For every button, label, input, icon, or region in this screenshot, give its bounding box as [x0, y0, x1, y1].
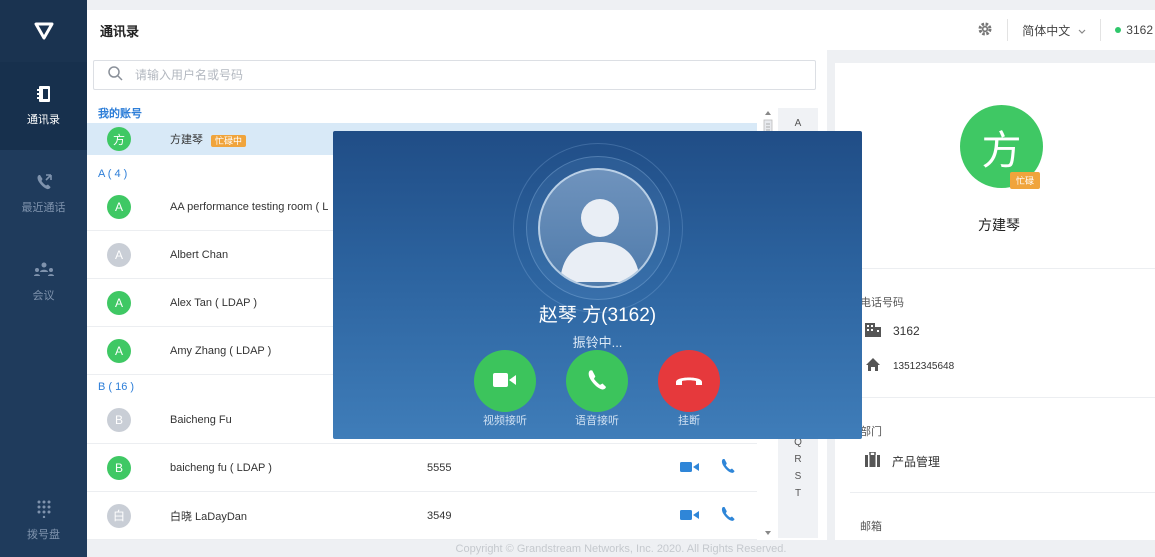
incoming-call-dialog: 赵琴 方(3162) 振铃中... 视频接听 语音接听 挂断 — [333, 131, 862, 439]
sidebar-item-label: 会议 — [32, 290, 55, 302]
extension-status[interactable]: 3162 — [1115, 23, 1155, 37]
contact-detail-panel: 方 忙碌 方建琴 电话号码 3162 13512345648 部门 产品管理 邮… — [835, 63, 1155, 540]
meeting-icon — [33, 261, 55, 279]
hangup-label: 挂断 — [678, 415, 700, 427]
language-select[interactable]: 简体中文 — [1022, 22, 1086, 39]
sidebar-item-recent-calls[interactable]: 最近通话 — [0, 150, 87, 238]
grandstream-logo-icon — [0, 0, 87, 62]
avatar: 白 — [107, 503, 131, 528]
video-call-icon[interactable] — [680, 509, 700, 524]
sidebar-item-label: 拨号盘 — [27, 529, 60, 541]
office-building-icon — [865, 322, 881, 340]
work-number: 3162 — [893, 324, 920, 338]
divider — [850, 397, 1155, 398]
divider — [850, 492, 1155, 493]
avatar: A — [107, 290, 131, 315]
answer-video-button[interactable] — [474, 350, 536, 412]
phone-icon — [586, 369, 608, 394]
alpha-letter[interactable]: T — [795, 488, 801, 500]
video-call-icon[interactable] — [680, 461, 700, 476]
search-input[interactable] — [135, 68, 735, 82]
divider — [1100, 19, 1102, 41]
phone-label: 电话号码 — [860, 297, 904, 309]
voice-call-icon[interactable] — [720, 458, 736, 477]
home-icon — [865, 357, 881, 375]
language-label: 简体中文 — [1022, 23, 1071, 38]
caller-avatar-icon — [538, 168, 658, 288]
sidebar: 通讯录 最近通话 会议 拨号盘 — [0, 0, 87, 557]
voice-call-icon[interactable] — [720, 506, 736, 525]
search-box[interactable] — [93, 60, 816, 90]
contact-number: 5555 — [427, 461, 452, 474]
contact-name: Baicheng Fu — [170, 413, 232, 426]
contact-name: baicheng fu ( LDAP ) — [170, 461, 272, 474]
divider — [850, 268, 1155, 269]
department-label: 部门 — [860, 426, 882, 438]
my-account-header: 我的账号 — [98, 108, 142, 120]
list-item[interactable]: B baicheng fu ( LDAP ) 5555 — [87, 444, 757, 492]
contact-name: Alex Tan ( LDAP ) — [170, 296, 258, 309]
sidebar-item-meeting[interactable]: 会议 — [0, 238, 87, 326]
alpha-letter[interactable]: R — [794, 454, 801, 466]
hangup-phone-icon — [674, 373, 704, 390]
work-phone: 3162 — [865, 322, 920, 340]
page-title: 通讯录 — [100, 23, 140, 39]
extension-number: 3162 — [1126, 23, 1153, 37]
list-item[interactable]: 白 白晓 LaDayDan 3549 — [87, 492, 757, 540]
hangup-button[interactable] — [658, 350, 720, 412]
recent-calls-icon — [35, 173, 53, 191]
contact-name: Albert Chan — [170, 248, 229, 261]
settings-gear-icon[interactable] — [977, 21, 993, 40]
search-icon — [108, 66, 123, 84]
alpha-letter[interactable]: S — [795, 471, 802, 483]
avatar: A — [107, 338, 131, 363]
avatar: B — [107, 455, 131, 480]
copyright-footer: Copyright © Grandstream Networks, Inc. 2… — [455, 543, 787, 555]
online-status-icon — [1115, 27, 1122, 33]
busy-badge: 忙碌 — [1010, 172, 1041, 189]
department-icon — [865, 451, 880, 470]
avatar: A — [107, 242, 131, 267]
answer-audio-button[interactable] — [566, 350, 628, 412]
audio-answer-label: 语音接听 — [575, 415, 619, 427]
top-bar: 通讯录 简体中文 3162 — [87, 10, 1155, 50]
home-number: 13512345648 — [893, 360, 955, 372]
video-answer-label: 视频接听 — [483, 415, 527, 427]
sidebar-item-label: 最近通话 — [21, 202, 66, 214]
divider — [1007, 19, 1009, 41]
contact-name: 方建琴 忙碌中 — [170, 131, 247, 147]
video-camera-icon — [493, 372, 517, 391]
contact-name: 白晓 LaDayDan — [170, 510, 248, 523]
sidebar-item-label: 通讯录 — [27, 114, 60, 126]
department: 产品管理 — [865, 451, 941, 470]
alpha-letter[interactable]: A — [795, 118, 802, 130]
call-status: 振铃中... — [572, 335, 623, 350]
avatar: A — [107, 194, 131, 219]
avatar: B — [107, 407, 131, 432]
department-name: 产品管理 — [892, 454, 941, 469]
caller-name: 赵琴 方(3162) — [538, 305, 657, 326]
contact-name: Amy Zhang ( LDAP ) — [170, 344, 272, 357]
contacts-icon — [36, 85, 52, 103]
busy-badge: 忙碌中 — [211, 134, 247, 147]
dialpad-icon — [36, 500, 52, 518]
sidebar-item-dialpad[interactable]: 拨号盘 — [0, 485, 87, 557]
detail-name: 方建琴 — [978, 217, 1020, 233]
contact-number: 3549 — [427, 509, 452, 522]
home-phone: 13512345648 — [865, 357, 954, 375]
contact-name: AA performance testing room ( L — [170, 200, 329, 213]
sidebar-item-contacts[interactable]: 通讯录 — [0, 62, 87, 150]
chevron-down-icon — [1078, 23, 1086, 37]
avatar: 方 — [107, 127, 131, 151]
email-label: 邮箱 — [860, 521, 882, 533]
